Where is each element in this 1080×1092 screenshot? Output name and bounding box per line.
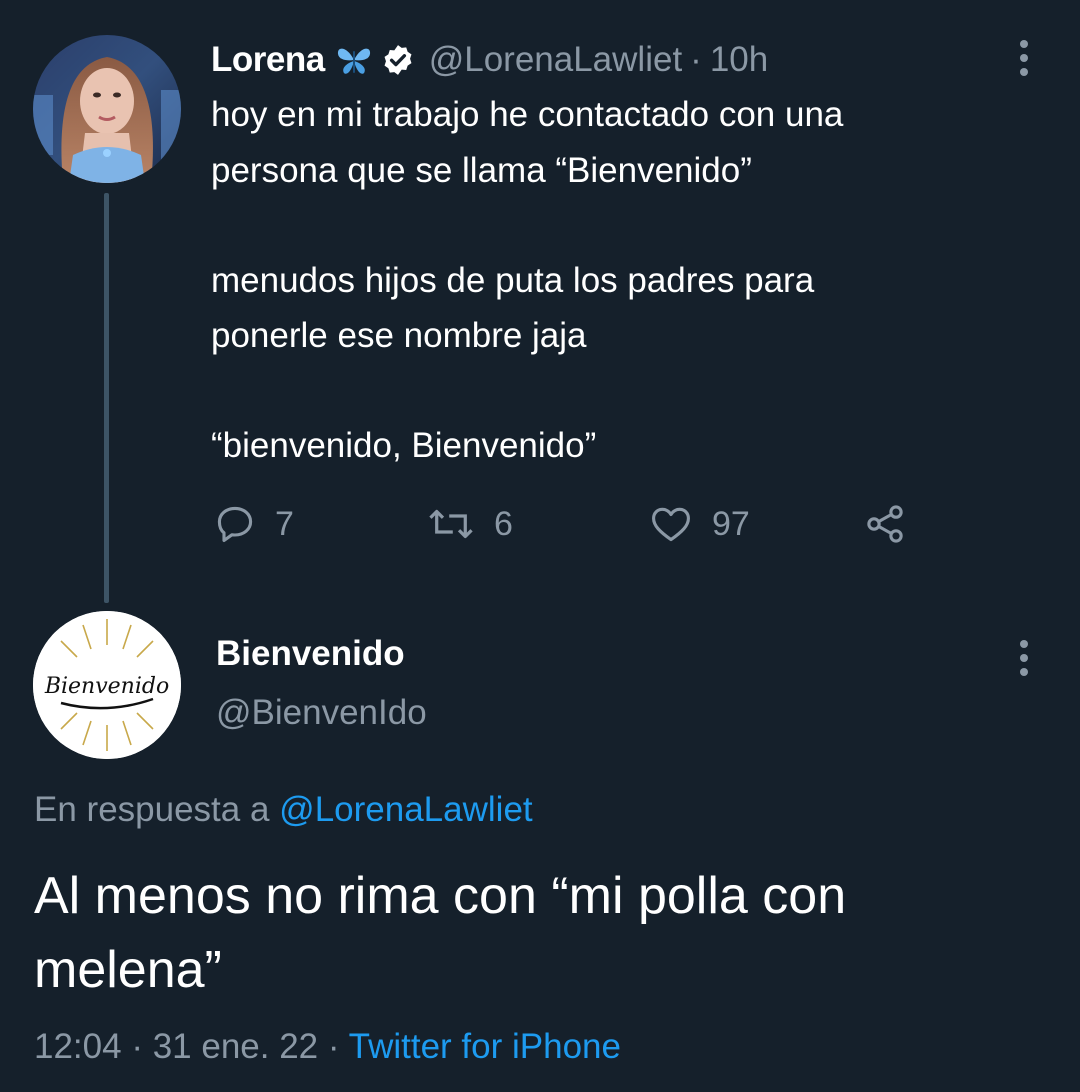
reply-prefix: En respuesta a xyxy=(34,790,270,829)
tweet1-text-line-4: ponerle ese nombre jaja xyxy=(211,316,587,355)
share-icon xyxy=(862,502,908,546)
avatar-lorena[interactable] xyxy=(33,35,181,183)
tweet1-more-options-icon[interactable] xyxy=(1017,40,1031,76)
meta-separator-2: · xyxy=(327,1027,340,1066)
tweet1-text-line-5: “bienvenido, Bienvenido” xyxy=(211,426,597,465)
tweet1-header: Lorena @LorenaLawliet · 10h xyxy=(211,36,768,84)
tweet2-date[interactable]: 31 ene. 22 xyxy=(153,1027,318,1066)
tweet2-handle[interactable]: @BienvenIdo xyxy=(216,693,427,733)
tweet2-time[interactable]: 12:04 xyxy=(34,1027,122,1066)
tweet2-source-link[interactable]: Twitter for iPhone xyxy=(349,1027,621,1066)
tweet1-separator: · xyxy=(690,40,702,79)
thread-connector-line xyxy=(104,193,109,603)
reply-to-handle-link[interactable]: @LorenaLawliet xyxy=(279,790,532,829)
avatar-bienvenido[interactable]: Bienvenido xyxy=(33,611,181,759)
tweet1-text-line-1: hoy en mi trabajo he contactado con una xyxy=(211,95,844,134)
avatar-bienvenido-image: Bienvenido xyxy=(33,611,181,759)
tweet2-meta: 12:04 · 31 ene. 22 · Twitter for iPhone xyxy=(34,1027,621,1067)
tweet1-handle[interactable]: @LorenaLawliet xyxy=(429,40,682,80)
tweet1-time[interactable]: 10h xyxy=(710,40,768,80)
reply-button[interactable]: 7 xyxy=(213,496,294,552)
avatar-lorena-image xyxy=(33,35,181,183)
retweet-icon xyxy=(426,502,476,546)
like-button[interactable]: 97 xyxy=(648,496,750,552)
retweet-button[interactable]: 6 xyxy=(426,496,513,552)
retweet-count: 6 xyxy=(494,504,513,543)
tweet1-text-line-3: menudos hijos de puta los padres para xyxy=(211,261,815,300)
reply-icon xyxy=(213,502,257,546)
tweet2-text-line-1: Al menos no rima con “mi polla con xyxy=(34,867,847,925)
avatar-bienvenido-logo-text: Bienvenido xyxy=(44,674,169,699)
like-count: 97 xyxy=(712,504,750,543)
tweet1-text-line-2: persona que se llama “Bienvenido” xyxy=(211,151,752,190)
verified-badge-icon xyxy=(381,43,415,77)
tweet2-more-options-icon[interactable] xyxy=(1017,640,1031,676)
tweet1-display-name[interactable]: Lorena xyxy=(211,40,325,80)
meta-separator-1: · xyxy=(131,1027,143,1066)
reply-count: 7 xyxy=(275,504,294,543)
tweet2-display-name[interactable]: Bienvenido xyxy=(216,634,405,674)
butterfly-icon xyxy=(335,42,373,78)
reply-context: En respuesta a @LorenaLawliet xyxy=(34,790,533,830)
heart-icon xyxy=(648,502,694,546)
tweet2-text-line-2: melena” xyxy=(34,941,222,999)
share-button[interactable] xyxy=(862,496,908,552)
